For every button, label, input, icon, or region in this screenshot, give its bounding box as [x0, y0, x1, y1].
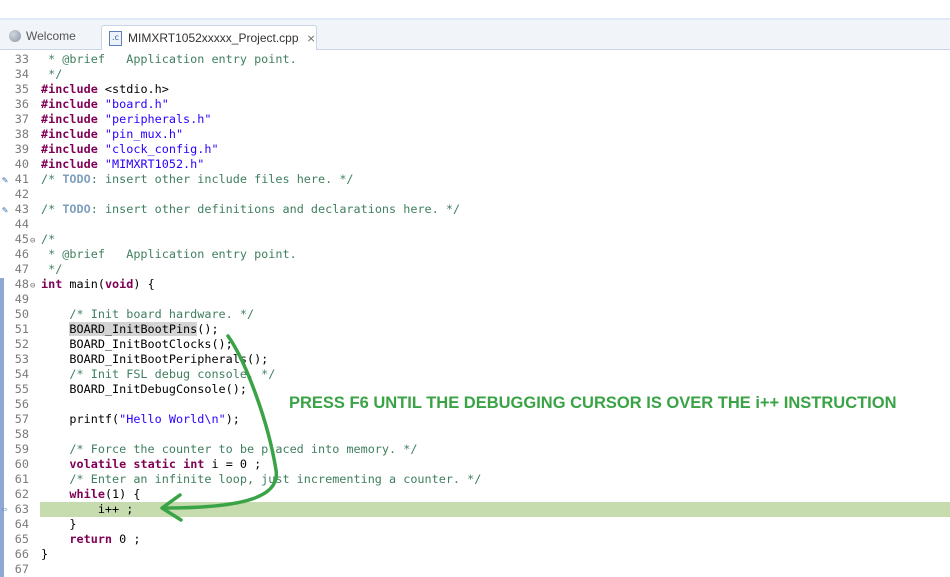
annotation-arrow	[160, 334, 279, 522]
instruction-annotation: PRESS F6 UNTIL THE DEBUGGING CURSOR IS O…	[289, 394, 897, 412]
